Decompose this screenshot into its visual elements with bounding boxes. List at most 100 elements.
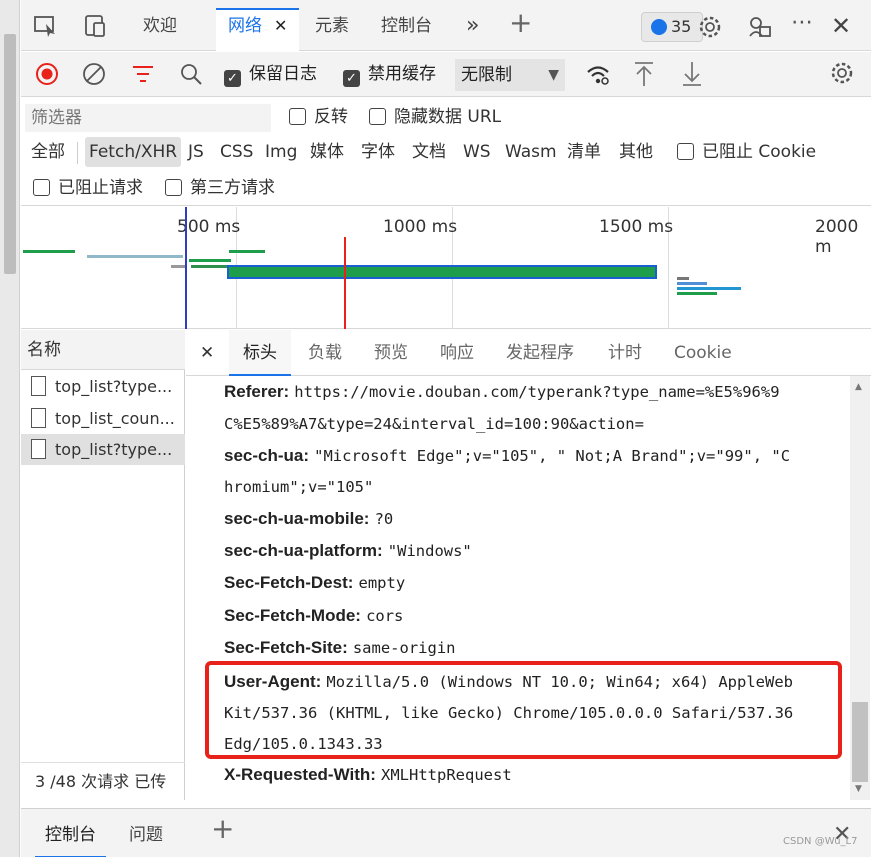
disable-cache-checkbox[interactable]: ✓ 禁用缓存 bbox=[343, 52, 436, 97]
user-agent-highlight-box bbox=[205, 661, 842, 759]
timeline-bar bbox=[229, 250, 265, 253]
window-edge-scrollbar[interactable] bbox=[0, 0, 20, 857]
header-row: sec-ch-ua-platform: "Windows" bbox=[224, 535, 834, 567]
tab-network[interactable]: 网络 ✕ bbox=[216, 8, 300, 52]
header-value: XMLHttpRequest bbox=[381, 766, 512, 784]
hide-data-urls-checkbox[interactable]: 隐藏数据 URL bbox=[369, 102, 501, 132]
issues-badge[interactable]: 35 bbox=[641, 12, 703, 42]
checkbox-checked-icon: ✓ bbox=[343, 70, 360, 87]
header-row: sec-ch-ua: "Microsoft Edge";v="105", " N… bbox=[224, 440, 834, 472]
detail-scrollbar[interactable]: ▲ ▼ bbox=[850, 376, 870, 800]
timeline-bar bbox=[677, 277, 689, 280]
close-devtools-icon[interactable]: ✕ bbox=[831, 12, 851, 40]
inspect-element-icon[interactable] bbox=[33, 14, 59, 38]
more-tabs-icon[interactable]: » bbox=[466, 10, 479, 51]
drawer-tab-console[interactable]: 控制台 bbox=[35, 819, 106, 857]
header-key: sec-ch-ua: bbox=[224, 446, 310, 465]
throttling-select[interactable]: 无限制 ▼ bbox=[455, 59, 565, 91]
timeline-bar bbox=[677, 282, 707, 285]
filter-type-manifest[interactable]: 清单 bbox=[567, 137, 601, 167]
tab-initiator[interactable]: 发起程序 bbox=[506, 330, 574, 376]
feedback-icon[interactable] bbox=[747, 14, 773, 45]
close-detail-icon[interactable]: ✕ bbox=[200, 330, 214, 376]
settings-gear-icon[interactable] bbox=[697, 14, 723, 45]
import-har-icon[interactable] bbox=[633, 60, 655, 93]
filter-type-ws[interactable]: WS bbox=[463, 137, 491, 167]
header-value: "Windows" bbox=[387, 542, 472, 560]
device-emulation-icon[interactable] bbox=[83, 14, 109, 38]
more-options-icon[interactable]: ⋯ bbox=[791, 10, 814, 35]
filter-type-js[interactable]: JS bbox=[188, 137, 204, 167]
filter-type-fetch-xhr[interactable]: Fetch/XHR bbox=[85, 137, 182, 167]
preserve-log-checkbox[interactable]: ✓ 保留日志 bbox=[224, 52, 317, 97]
header-key: Sec-Fetch-Dest: bbox=[224, 573, 354, 592]
tab-welcome[interactable]: 欢迎 bbox=[143, 10, 177, 51]
export-har-icon[interactable] bbox=[681, 60, 703, 93]
tab-cookies[interactable]: Cookie bbox=[674, 330, 732, 376]
blocked-requests-label: 已阻止请求 bbox=[58, 178, 143, 198]
filter-type-css[interactable]: CSS bbox=[220, 137, 253, 167]
request-row[interactable]: top_list?type... bbox=[21, 371, 185, 402]
filter-type-doc[interactable]: 文档 bbox=[412, 137, 446, 167]
network-settings-gear-icon[interactable] bbox=[829, 60, 855, 91]
filter-type-media[interactable]: 媒体 bbox=[310, 137, 344, 167]
header-row: sec-ch-ua-mobile: ?0 bbox=[224, 503, 834, 535]
header-key: Sec-Fetch-Site: bbox=[224, 638, 348, 657]
timeline-bar bbox=[677, 287, 741, 290]
scroll-down-icon[interactable]: ▼ bbox=[855, 784, 862, 794]
request-name: top_list?type... bbox=[55, 377, 173, 396]
drawer-tab-issues[interactable]: 问题 bbox=[129, 819, 163, 857]
name-column-header[interactable]: 名称 bbox=[21, 330, 185, 370]
search-icon[interactable] bbox=[179, 62, 203, 91]
header-row: Sec-Fetch-Dest: empty bbox=[224, 567, 834, 599]
timeline-bar bbox=[191, 265, 227, 268]
filter-type-wasm[interactable]: Wasm bbox=[505, 137, 557, 167]
request-name: top_list?type... bbox=[55, 440, 173, 459]
request-row-selected[interactable]: top_list?type... bbox=[21, 434, 185, 465]
file-icon bbox=[31, 408, 46, 428]
timeline-overview[interactable]: 500 ms 1000 ms 1500 ms 2000 m bbox=[21, 207, 871, 329]
filter-type-all[interactable]: 全部 bbox=[31, 137, 65, 167]
invert-checkbox[interactable]: 反转 bbox=[289, 102, 348, 132]
divider bbox=[77, 142, 78, 164]
filter-type-img[interactable]: Img bbox=[265, 137, 297, 167]
filter-type-font[interactable]: 字体 bbox=[361, 137, 395, 167]
tab-payload[interactable]: 负载 bbox=[308, 330, 342, 376]
header-row: X-Requested-With: XMLHttpRequest bbox=[224, 759, 834, 791]
third-party-checkbox[interactable]: 第三方请求 bbox=[165, 173, 275, 203]
add-tab-icon[interactable]: + bbox=[509, 7, 532, 48]
message-icon bbox=[651, 19, 667, 35]
tab-preview[interactable]: 预览 bbox=[374, 330, 408, 376]
filter-input[interactable]: 筛选器 bbox=[25, 104, 271, 132]
load-event-marker bbox=[344, 237, 346, 329]
file-icon bbox=[31, 376, 46, 396]
close-tab-icon[interactable]: ✕ bbox=[274, 16, 287, 35]
filter-icon[interactable] bbox=[131, 63, 155, 90]
tab-response[interactable]: 响应 bbox=[440, 330, 474, 376]
scrollbar-thumb[interactable] bbox=[4, 34, 16, 274]
timeline-bar bbox=[171, 265, 185, 268]
tab-headers[interactable]: 标头 bbox=[229, 330, 291, 376]
scroll-up-icon[interactable]: ▲ bbox=[855, 382, 862, 392]
drawer-add-tab-icon[interactable]: + bbox=[211, 813, 234, 852]
header-row: Sec-Fetch-Site: same-origin bbox=[224, 632, 834, 664]
tab-timing[interactable]: 计时 bbox=[608, 330, 642, 376]
blocked-requests-checkbox[interactable]: 已阻止请求 bbox=[33, 173, 143, 203]
timeline-bar bbox=[87, 255, 183, 258]
wifi-settings-icon[interactable] bbox=[585, 62, 611, 91]
checkbox-checked-icon: ✓ bbox=[224, 70, 241, 87]
tab-network-label: 网络 bbox=[228, 16, 262, 36]
request-row[interactable]: top_list_coun... bbox=[21, 403, 185, 434]
record-icon[interactable] bbox=[35, 62, 59, 91]
preserve-log-label: 保留日志 bbox=[249, 64, 317, 84]
tab-console[interactable]: 控制台 bbox=[381, 10, 432, 51]
scrollbar-thumb[interactable] bbox=[852, 702, 868, 782]
blocked-cookies-checkbox[interactable]: 已阻止 Cookie bbox=[677, 137, 816, 167]
tick-label: 1500 ms bbox=[599, 217, 674, 237]
tab-elements[interactable]: 元素 bbox=[315, 10, 349, 51]
blocked-cookies-label: 已阻止 Cookie bbox=[702, 142, 817, 162]
header-row: hromium";v="105" bbox=[224, 471, 834, 503]
filter-type-other[interactable]: 其他 bbox=[619, 137, 653, 167]
clear-icon[interactable] bbox=[82, 62, 106, 91]
invert-label: 反转 bbox=[314, 107, 348, 127]
